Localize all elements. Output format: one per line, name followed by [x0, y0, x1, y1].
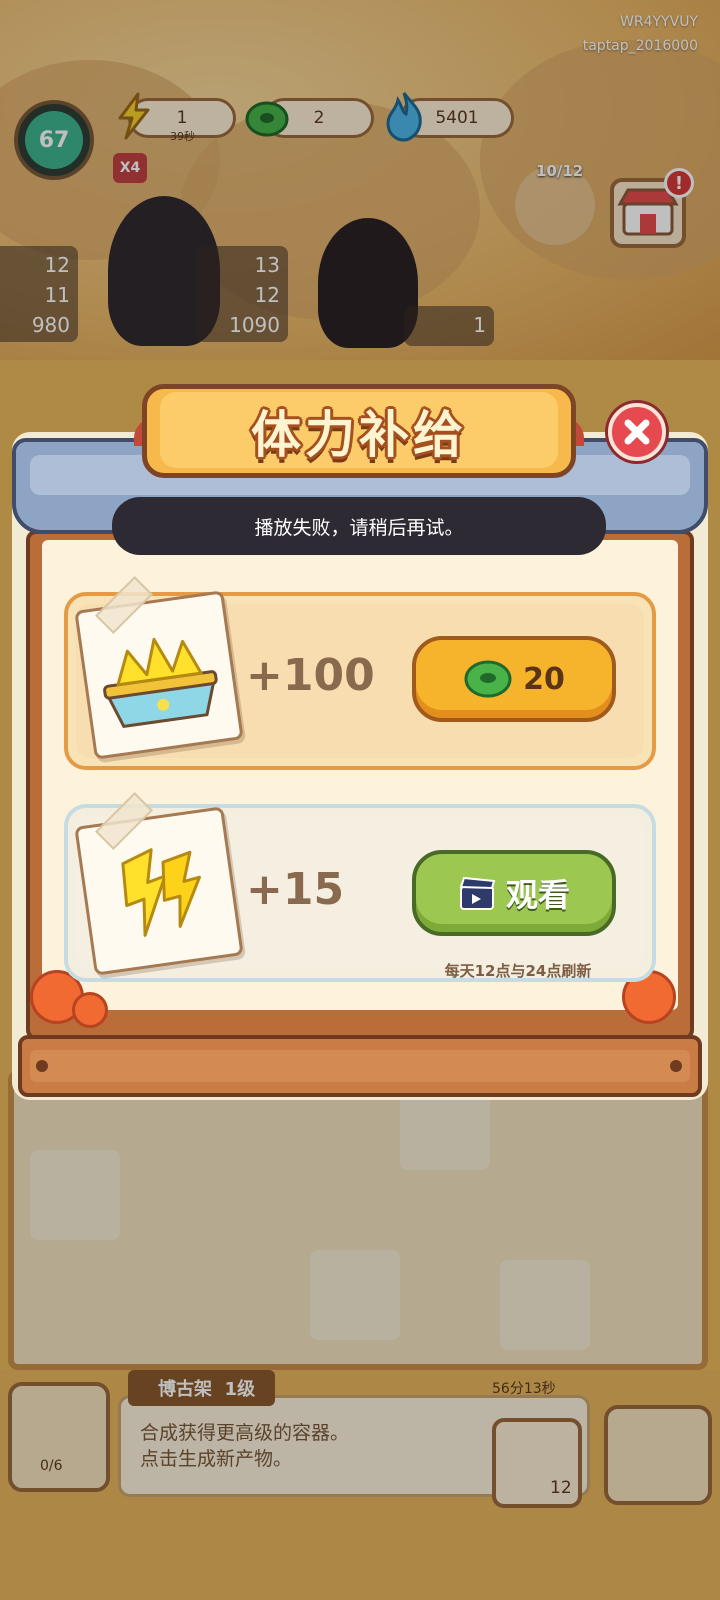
buy-price: 20: [523, 661, 565, 697]
close-icon: [624, 419, 650, 445]
orange-decoration-icon: [72, 992, 108, 1028]
nail-icon: [36, 1060, 48, 1072]
watch-ad-button[interactable]: 观看: [412, 850, 616, 936]
plank-groove: [30, 1050, 690, 1082]
free-energy-amount: +15: [246, 864, 345, 915]
error-toast: 播放失败，请稍后再试。: [112, 497, 606, 555]
video-clapper-icon: [459, 876, 496, 910]
dialog-title: 体力补给: [251, 406, 467, 464]
watch-label: 观看: [505, 876, 570, 914]
close-button[interactable]: [608, 403, 666, 461]
paid-energy-amount: +100: [246, 650, 375, 701]
refresh-note: 每天12点与24点刷新: [444, 962, 592, 980]
nail-icon: [670, 1060, 682, 1072]
buy-energy-button[interactable]: 20: [412, 636, 616, 722]
jade-coin-icon: [464, 660, 512, 698]
